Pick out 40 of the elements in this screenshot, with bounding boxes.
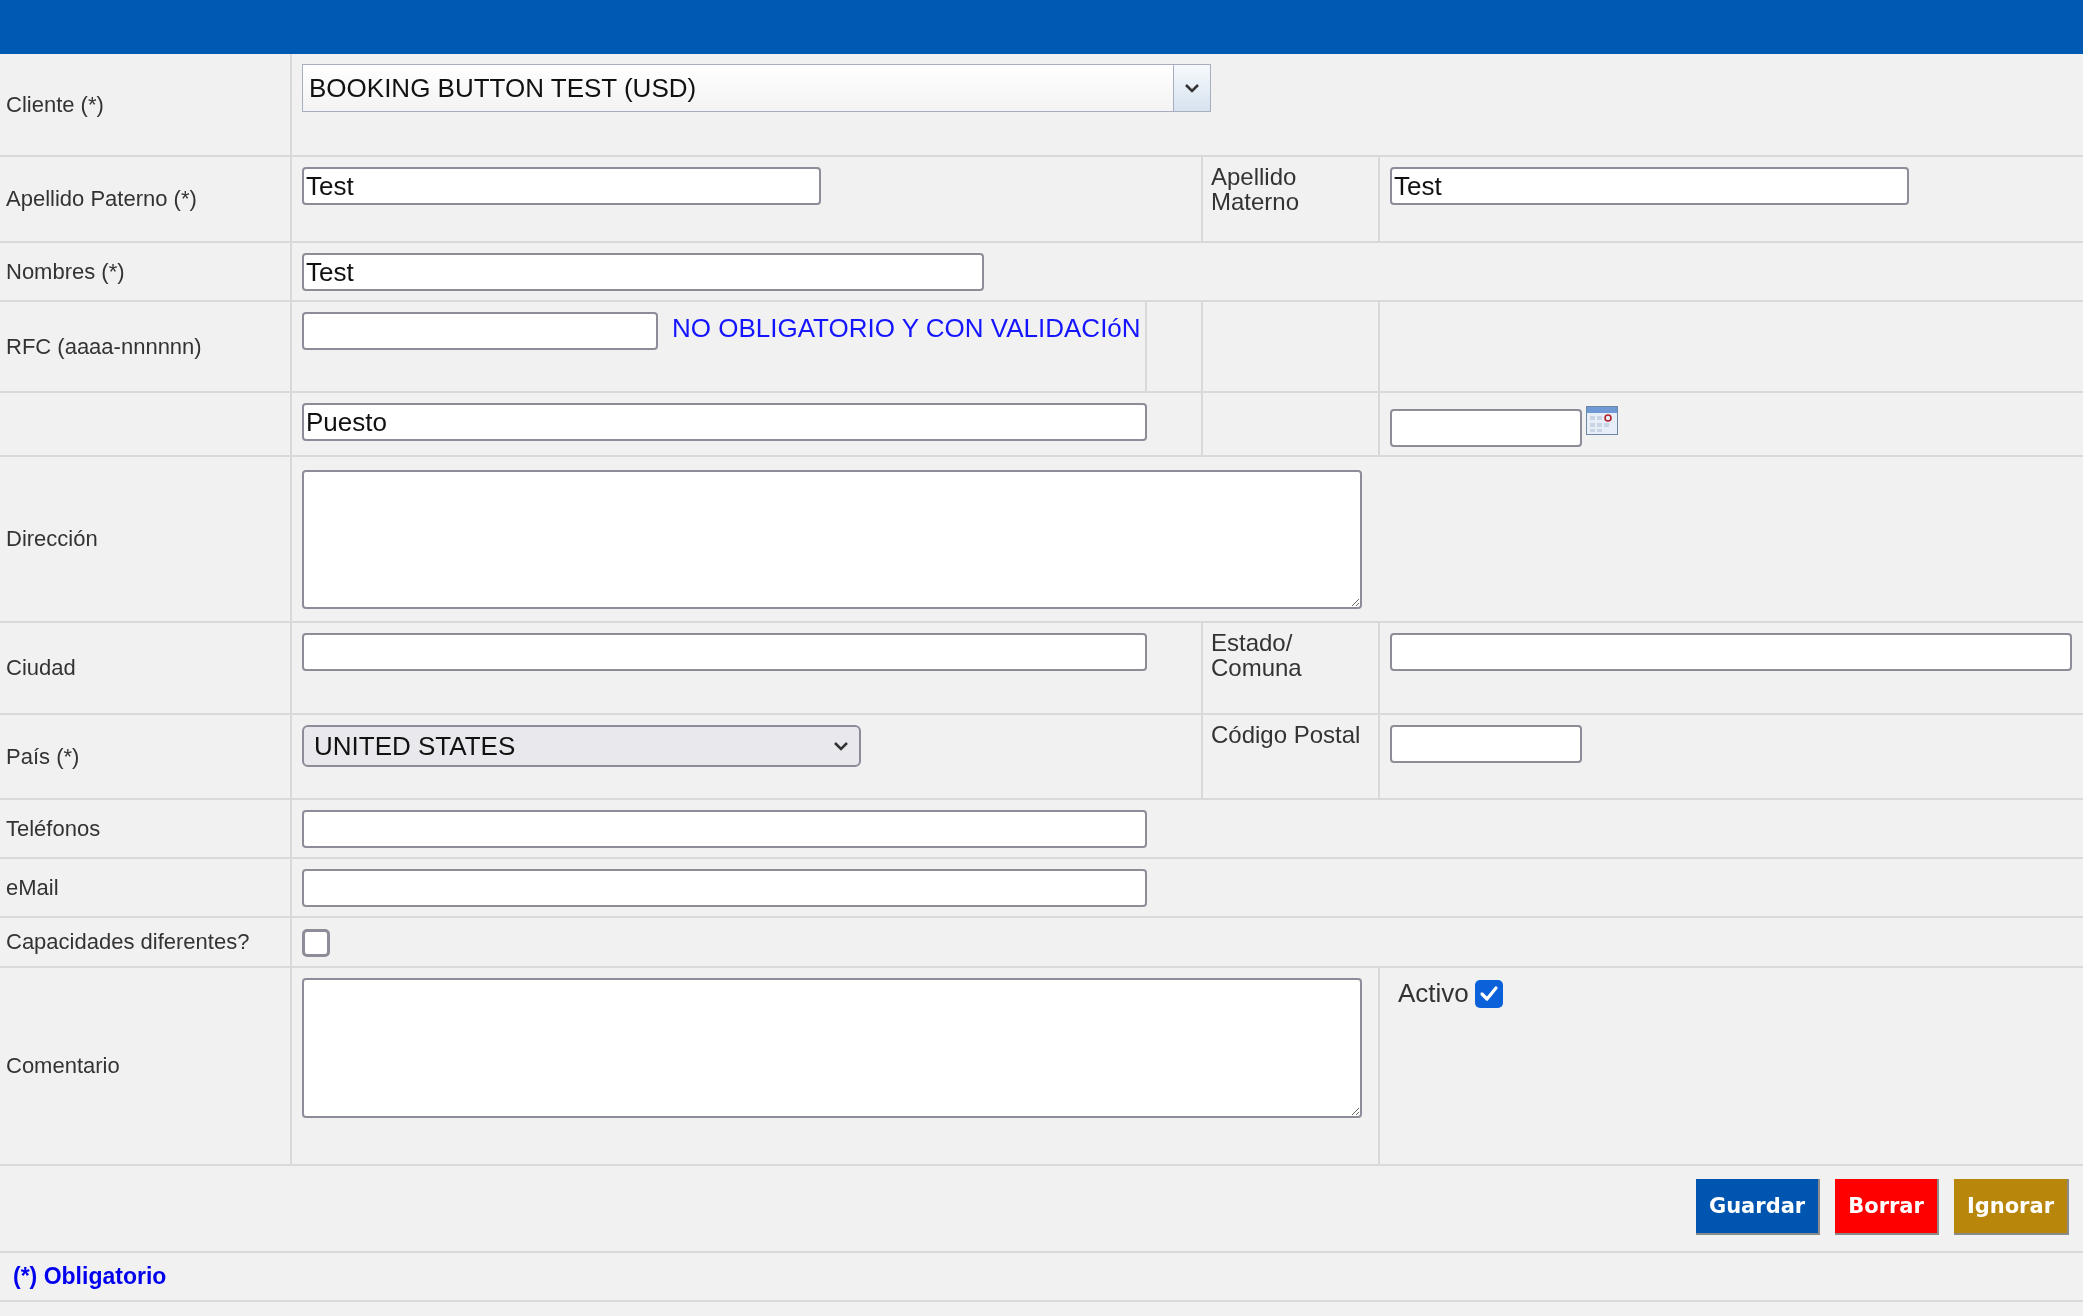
text-input[interactable] xyxy=(302,810,1147,848)
field-label: Capacidades diferentes? xyxy=(6,929,250,955)
client-dropdown[interactable]: BOOKING BUTTON TEST (USD) xyxy=(302,64,1211,112)
field-label: Cliente (*) xyxy=(6,91,104,118)
action-button[interactable]: Borrar xyxy=(1835,1178,1939,1235)
required-note: (*) Obligatorio xyxy=(13,1263,167,1290)
field-label: Ciudad xyxy=(6,655,76,681)
field-label: Apellido Paterno (*) xyxy=(6,186,197,212)
field-label: eMail xyxy=(6,874,59,901)
checkbox[interactable] xyxy=(302,929,330,957)
field-label: Comentario xyxy=(6,1053,120,1079)
field-label: Teléfonos xyxy=(6,815,101,842)
validation-note: NO OBLIGATORIO Y CON VALIDACIóN xyxy=(672,312,1141,343)
calendar-icon[interactable] xyxy=(1586,406,1618,435)
text-area[interactable] xyxy=(302,470,1362,609)
check-icon xyxy=(1478,984,1499,1003)
field-label: Código Postal xyxy=(1211,721,1361,748)
checkbox-label: Activo xyxy=(1398,978,1469,1009)
text-area[interactable] xyxy=(302,978,1362,1118)
text-input[interactable]: Test xyxy=(302,167,821,205)
field-label: Dirección xyxy=(6,526,98,552)
text-input[interactable] xyxy=(302,869,1147,907)
text-input[interactable]: Test xyxy=(302,253,984,291)
caret-icon xyxy=(833,741,849,751)
field-label: Nombres (*) xyxy=(6,258,125,285)
country-dropdown[interactable]: UNITED STATES xyxy=(302,725,861,767)
action-button[interactable]: Guardar xyxy=(1695,1178,1821,1235)
checkbox[interactable] xyxy=(1474,979,1503,1008)
text-input[interactable] xyxy=(302,633,1147,671)
field-label: País (*) xyxy=(6,743,80,770)
date-input[interactable] xyxy=(1390,409,1582,447)
text-input[interactable]: Test xyxy=(1390,167,1909,205)
caret-icon xyxy=(1184,83,1200,93)
text-input[interactable] xyxy=(302,312,658,350)
field-label: Estado/ Comuna xyxy=(1211,629,1302,681)
field-label: RFC (aaaa-nnnnnn) xyxy=(6,333,202,360)
field-label: Apellido Materno xyxy=(1211,163,1300,215)
text-input[interactable] xyxy=(1390,633,2072,671)
text-input[interactable]: Puesto xyxy=(302,403,1147,441)
text-input[interactable] xyxy=(1390,725,1582,763)
